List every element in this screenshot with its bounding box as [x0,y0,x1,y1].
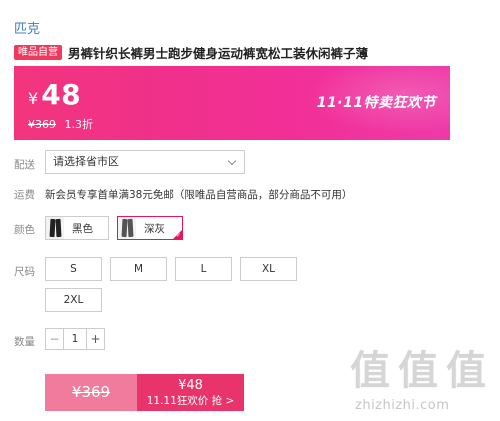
color-label: 颜色 [14,224,35,236]
pants-thumbnail-icon [46,217,64,239]
region-select-value: 请选择省市区 [53,155,119,168]
color-option-label: 深灰 [144,222,165,235]
watermark-url: zhizhizhi.com [355,398,450,413]
shipping-info: 新会员专享首单满38元免邮（限唯品自营商品，部分商品不可用） [45,189,353,201]
quantity-decrease-button[interactable]: − [46,329,63,349]
price-banner: ¥ 48 ¥369 1.3折 11·11特卖狂欢节 [14,66,450,140]
color-option-black[interactable]: 黑色 [45,216,109,240]
check-icon: ✓ [175,232,181,239]
pants-thumbnail-icon [118,217,136,239]
original-price-button[interactable]: ¥369 [45,374,137,411]
price-subline: ¥369 1.3折 [28,116,93,132]
quantity-stepper: − 1 + [45,328,105,350]
size-option-m[interactable]: M [110,257,167,281]
size-option-2xl[interactable]: 2XL [45,288,102,312]
quantity-increase-button[interactable]: + [87,329,104,349]
size-option-l[interactable]: L [175,257,232,281]
promo-logo: 11·11特卖狂欢节 [316,95,436,111]
buy-cta-label: 11.11狂欢价 抢 > [146,395,235,407]
size-label: 尺码 [14,266,35,278]
current-price: ¥ 48 [28,78,81,111]
delivery-label: 配送 [14,159,35,171]
buy-price: ¥48 [178,378,203,393]
watermark-glyph: 值 [446,348,486,394]
price-value: 48 [41,78,82,111]
size-option-xl[interactable]: XL [240,257,297,281]
currency-symbol: ¥ [28,89,39,108]
size-option-s[interactable]: S [45,257,102,281]
watermark-glyph: 值 [350,348,390,394]
brand-link[interactable]: 匹克 [14,18,40,37]
region-select[interactable]: 请选择省市区 [45,150,245,174]
quantity-value[interactable]: 1 [63,329,87,349]
chevron-down-icon [227,156,237,166]
color-option-label: 黑色 [72,222,93,235]
watermark-glyph: 值 [398,348,438,394]
color-option-dark-gray[interactable]: 深灰 ✓ [117,216,183,240]
quantity-label: 数量 [14,336,35,348]
self-operated-badge: 唯品自营 [14,45,62,60]
product-title: 男裤针织长裤男士跑步健身运动裤宽松工装休闲裤子薄 [68,46,369,61]
original-price: ¥369 [28,118,56,131]
discount-label: 1.3折 [64,118,94,131]
shipping-label: 运费 [14,189,35,201]
title-row: 唯品自营 男裤针织长裤男士跑步健身运动裤宽松工装休闲裤子薄 [14,43,368,62]
buy-now-button[interactable]: ¥48 11.11狂欢价 抢 > [137,374,244,411]
